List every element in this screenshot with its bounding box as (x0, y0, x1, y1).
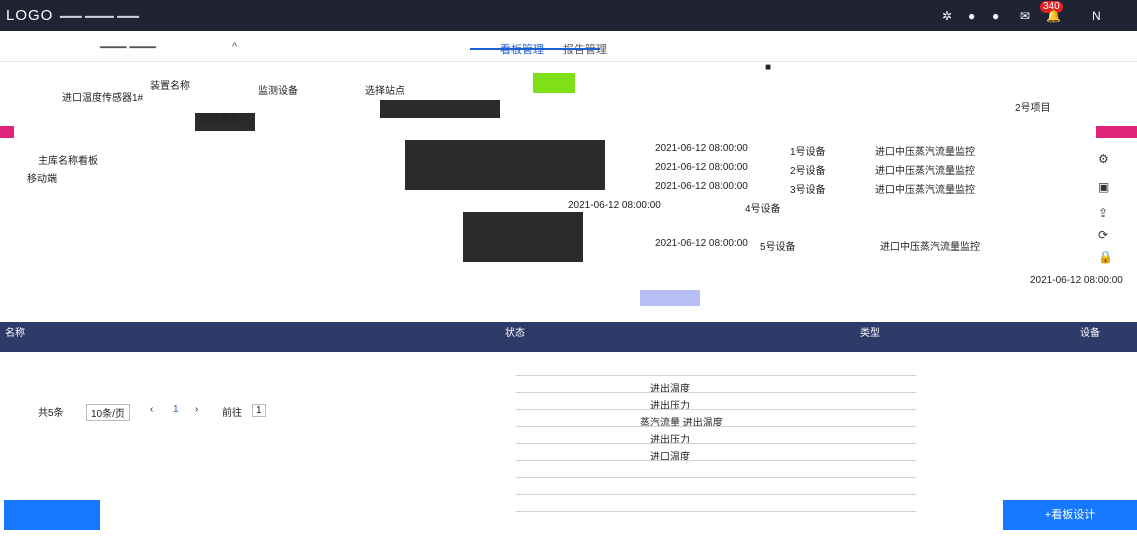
item-time: 2021-06-12 08:00:00 (655, 238, 748, 249)
divider (516, 443, 916, 444)
item-device: 2号设备 (790, 166, 826, 177)
noise-stripe (380, 100, 500, 118)
system-name: ━━━ ━━━━ ━━━ (60, 10, 139, 24)
refresh-icon[interactable]: ⟳ (1098, 228, 1108, 242)
breadcrumb: ━━━━ ━━━━ (100, 42, 157, 54)
option-mobile[interactable]: 移动端 (27, 170, 57, 185)
table-header-device: 设备 (1080, 328, 1100, 339)
item-device: 1号设备 (790, 147, 826, 158)
center-block (405, 140, 605, 190)
divider (516, 409, 916, 410)
settings-icon[interactable]: ⚙ (1098, 152, 1109, 166)
active-tab-indicator (470, 48, 600, 50)
center-block-2 (463, 212, 583, 262)
item-device: 4号设备 (745, 204, 781, 215)
option-main-board[interactable]: 主库名称看板 (38, 152, 98, 167)
goto-label: 前往 (222, 408, 242, 419)
divider (516, 375, 916, 376)
next-page-icon[interactable]: › (195, 404, 198, 415)
top-label-left: 进口温度传感器1# (62, 93, 144, 104)
alert-marker-right (1096, 126, 1137, 138)
bell-icon[interactable]: 🔔 (1046, 9, 1061, 23)
prev-page-icon[interactable]: ‹ (150, 404, 153, 415)
item-desc: 进口中压蒸汽流量监控 (875, 147, 975, 158)
item-desc: 进口中压蒸汽流量监控 (875, 166, 975, 177)
filter-monitor[interactable]: 监测设备 (258, 82, 298, 97)
user-menu[interactable]: N (1092, 9, 1101, 23)
page-size-select[interactable]: 10条/页 (86, 404, 130, 421)
item-device: 3号设备 (790, 185, 826, 196)
export-icon[interactable]: ▣ (1098, 180, 1109, 194)
table-header-status: 状态 (505, 328, 525, 339)
item-time: 2021-06-12 08:00:00 (655, 181, 748, 192)
filter-station[interactable]: 选择站点 (365, 82, 405, 97)
page-number[interactable]: 1 (173, 404, 179, 415)
item-time: 2021-06-12 08:00:00 (655, 143, 748, 154)
table-header-bar (0, 322, 1137, 352)
divider (516, 477, 916, 478)
lock-icon: ■ (765, 62, 772, 73)
divider (516, 392, 916, 393)
lock-icon[interactable]: 🔒 (1098, 250, 1113, 264)
range-timestamp: 2021-06-12 08:00:00 (1030, 275, 1123, 286)
item-time: 2021-06-12 08:00:00 (655, 162, 748, 173)
help-icon[interactable]: ● (992, 9, 999, 23)
divider (516, 494, 916, 495)
table-header-name: 名称 (5, 328, 25, 339)
mail-icon[interactable]: ✉ (1020, 9, 1030, 23)
user-circle-icon[interactable]: ● (968, 9, 975, 23)
apps-icon[interactable]: ✲ (942, 9, 952, 23)
item-time: 2021-06-12 08:00:00 (568, 200, 661, 211)
collapse-icon[interactable]: ^ (232, 41, 237, 53)
filter-device-name[interactable]: 装置名称 (150, 77, 190, 92)
goto-input[interactable]: 1 (252, 404, 266, 417)
top-navbar: LOGO ━━━ ━━━━ ━━━ ✲ ● ● ✉ 340 🔔 N (0, 0, 1137, 31)
left-action-button[interactable] (4, 500, 100, 530)
board-design-button[interactable]: +看板设计 (1003, 500, 1137, 530)
item-desc: 进口中压蒸汽流量监控 (875, 185, 975, 196)
highlight-bar (640, 290, 700, 306)
table-header-type: 类型 (860, 328, 880, 339)
divider (516, 426, 916, 427)
alert-marker-left (0, 126, 14, 138)
pagination-total: 共5条 (38, 408, 64, 419)
tab-bar: ━━━━ ━━━━ ^ 看板管理 报告管理 (0, 31, 1137, 62)
create-board-link[interactable]: 新建看板 (200, 110, 240, 125)
status-chip[interactable] (533, 73, 575, 93)
item-device: 5号设备 (760, 242, 796, 253)
item-desc: 进口中压蒸汽流量监控 (880, 242, 980, 253)
divider (516, 460, 916, 461)
app-logo: LOGO (6, 7, 54, 24)
share-icon[interactable]: ⇪ (1098, 206, 1108, 220)
divider (516, 511, 916, 512)
top-label-right: 2号项目 (1015, 103, 1051, 114)
